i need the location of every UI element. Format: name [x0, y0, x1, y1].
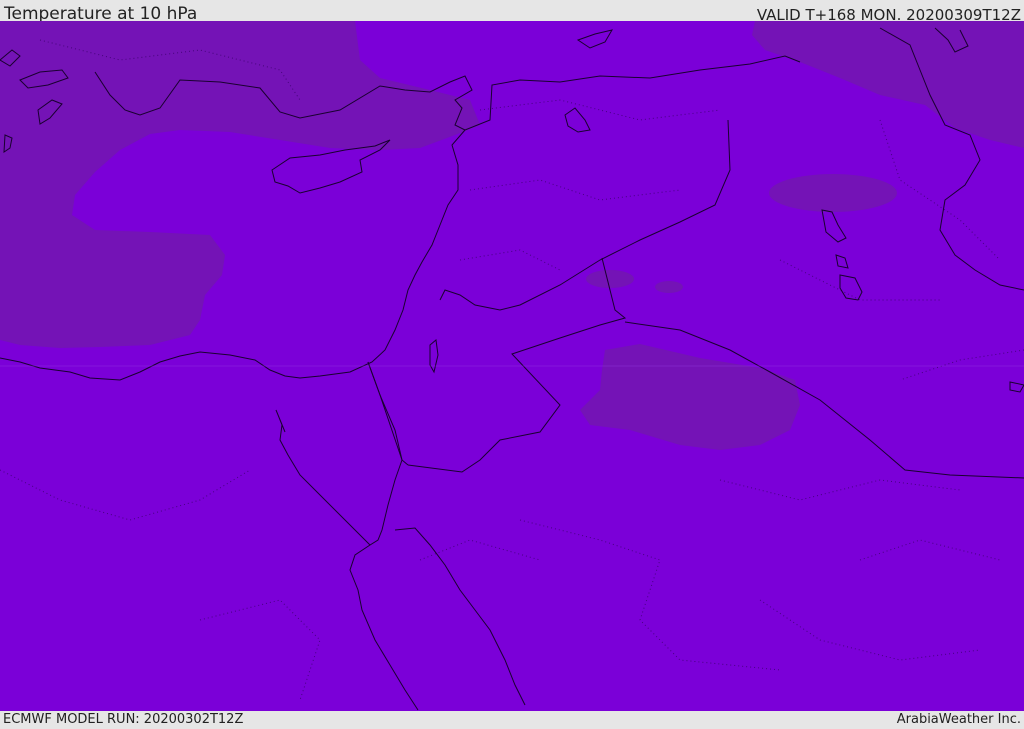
weather-map	[0, 21, 1024, 711]
contour-zone-small-1	[586, 270, 634, 288]
contour-zone-iraq	[769, 174, 897, 212]
credit-label: ArabiaWeather Inc.	[896, 712, 1021, 727]
map-header: Temperature at 10 hPa VALID T+168 MON. 2…	[0, 0, 1024, 24]
model-run-label: ECMWF MODEL RUN: 20200302T12Z	[3, 712, 244, 727]
map-footer: ECMWF MODEL RUN: 20200302T12Z ArabiaWeat…	[0, 711, 1024, 729]
contour-zone-small-2	[655, 281, 683, 293]
